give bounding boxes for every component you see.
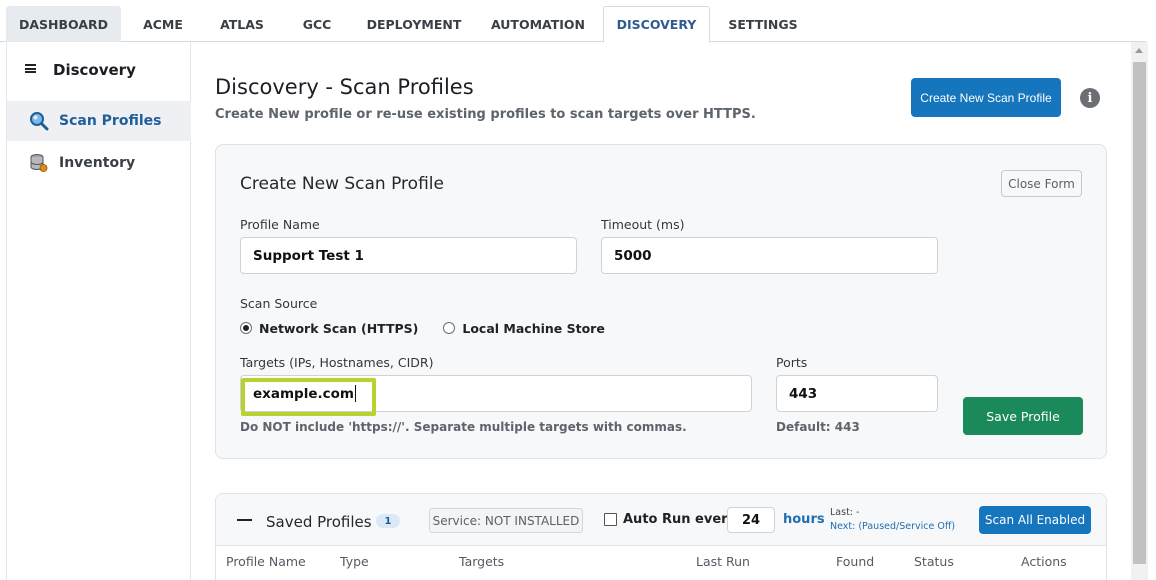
tab-gcc[interactable]: GCC: [279, 6, 355, 42]
page-title: Discovery - Scan Profiles: [215, 75, 474, 99]
sidebar-item-label: Scan Profiles: [59, 113, 162, 129]
scan-all-enabled-button[interactable]: Scan All Enabled: [979, 506, 1091, 534]
column-header-found[interactable]: Found: [836, 554, 874, 569]
radio-local-machine-store-label[interactable]: Local Machine Store: [462, 321, 604, 336]
profile-count-badge: 1: [376, 514, 400, 528]
hamburger-icon[interactable]: [25, 64, 36, 73]
profile-name-input[interactable]: Support Test 1: [240, 237, 577, 274]
tab-settings[interactable]: SETTINGS: [710, 6, 816, 42]
sidebar-item-inventory[interactable]: Inventory: [7, 143, 191, 183]
scrollbar-thumb[interactable]: [1133, 62, 1146, 564]
scan-source-group: Network Scan (HTTPS) Local Machine Store: [240, 319, 605, 337]
sidebar-title: Discovery: [53, 61, 136, 79]
column-header-targets[interactable]: Targets: [459, 554, 504, 569]
collapse-icon[interactable]: [237, 519, 252, 521]
form-title: Create New Scan Profile: [240, 174, 444, 194]
tab-discovery[interactable]: DISCOVERY: [603, 6, 710, 43]
auto-run-hours-input[interactable]: 24: [727, 507, 775, 533]
next-run-text: Next: (Paused/Service Off): [830, 521, 956, 532]
ports-input[interactable]: 443: [776, 375, 938, 412]
saved-profiles-title: Saved Profiles: [266, 513, 372, 531]
sidebar-header: Discovery: [7, 56, 192, 86]
tab-deployment[interactable]: DEPLOYMENT: [355, 6, 473, 42]
targets-highlight-box: [241, 378, 376, 416]
tab-automation[interactable]: AUTOMATION: [473, 6, 603, 42]
create-profile-form: Create New Scan Profile Close Form Profi…: [215, 144, 1107, 459]
auto-run-label[interactable]: Auto Run every: [623, 512, 736, 527]
top-nav: DASHBOARD ACME ATLAS GCC DEPLOYMENT AUTO…: [0, 0, 1146, 43]
targets-hint: Do NOT include 'https://'. Separate mult…: [240, 420, 687, 434]
column-header-profile-name[interactable]: Profile Name: [226, 554, 306, 569]
saved-profiles-header: Saved Profiles 1 Service: NOT INSTALLED …: [216, 494, 1106, 546]
radio-local-machine-store[interactable]: [443, 322, 456, 334]
radio-network-scan-label[interactable]: Network Scan (HTTPS): [259, 321, 418, 336]
ports-hint: Default: 443: [776, 420, 860, 434]
close-form-button[interactable]: Close Form: [1001, 170, 1082, 197]
vertical-scrollbar[interactable]: [1131, 42, 1148, 580]
sidebar-item-label: Inventory: [59, 155, 136, 171]
tab-dashboard[interactable]: DASHBOARD: [6, 6, 121, 42]
timeout-label: Timeout (ms): [601, 217, 685, 232]
tab-atlas[interactable]: ATLAS: [205, 6, 279, 42]
sidebar-item-scan-profiles[interactable]: Scan Profiles: [7, 101, 191, 141]
radio-network-scan[interactable]: [240, 322, 252, 334]
timeout-input[interactable]: 5000: [601, 237, 938, 274]
column-header-last-run[interactable]: Last Run: [696, 554, 750, 569]
sidebar: Discovery Scan Profiles Inventory: [6, 42, 191, 580]
profile-name-label: Profile Name: [240, 217, 320, 232]
tab-acme[interactable]: ACME: [121, 6, 205, 42]
column-header-status[interactable]: Status: [914, 554, 954, 569]
targets-label: Targets (IPs, Hostnames, CIDR): [240, 355, 434, 370]
scan-source-label: Scan Source: [240, 296, 318, 311]
service-status: NOT INSTALLED: [484, 513, 580, 528]
saved-profiles-panel: Saved Profiles 1 Service: NOT INSTALLED …: [215, 493, 1107, 580]
ports-label: Ports: [776, 355, 808, 370]
scroll-up-icon[interactable]: [1135, 48, 1143, 53]
save-profile-button[interactable]: Save Profile: [963, 397, 1083, 435]
column-header-type[interactable]: Type: [340, 554, 369, 569]
magnifier-icon: [30, 112, 49, 131]
page-subtitle: Create New profile or re-use existing pr…: [215, 107, 756, 122]
create-scan-profile-button[interactable]: Create New Scan Profile: [911, 78, 1061, 117]
auto-run-checkbox[interactable]: [604, 513, 617, 526]
service-status-badge: Service: NOT INSTALLED: [429, 508, 583, 533]
database-icon: [30, 154, 48, 172]
last-run-text: Last: -: [830, 507, 860, 518]
service-label: Service:: [432, 513, 482, 528]
column-header-actions[interactable]: Actions: [1021, 554, 1067, 569]
hours-label: hours: [783, 512, 825, 527]
info-icon[interactable]: i: [1080, 88, 1100, 108]
